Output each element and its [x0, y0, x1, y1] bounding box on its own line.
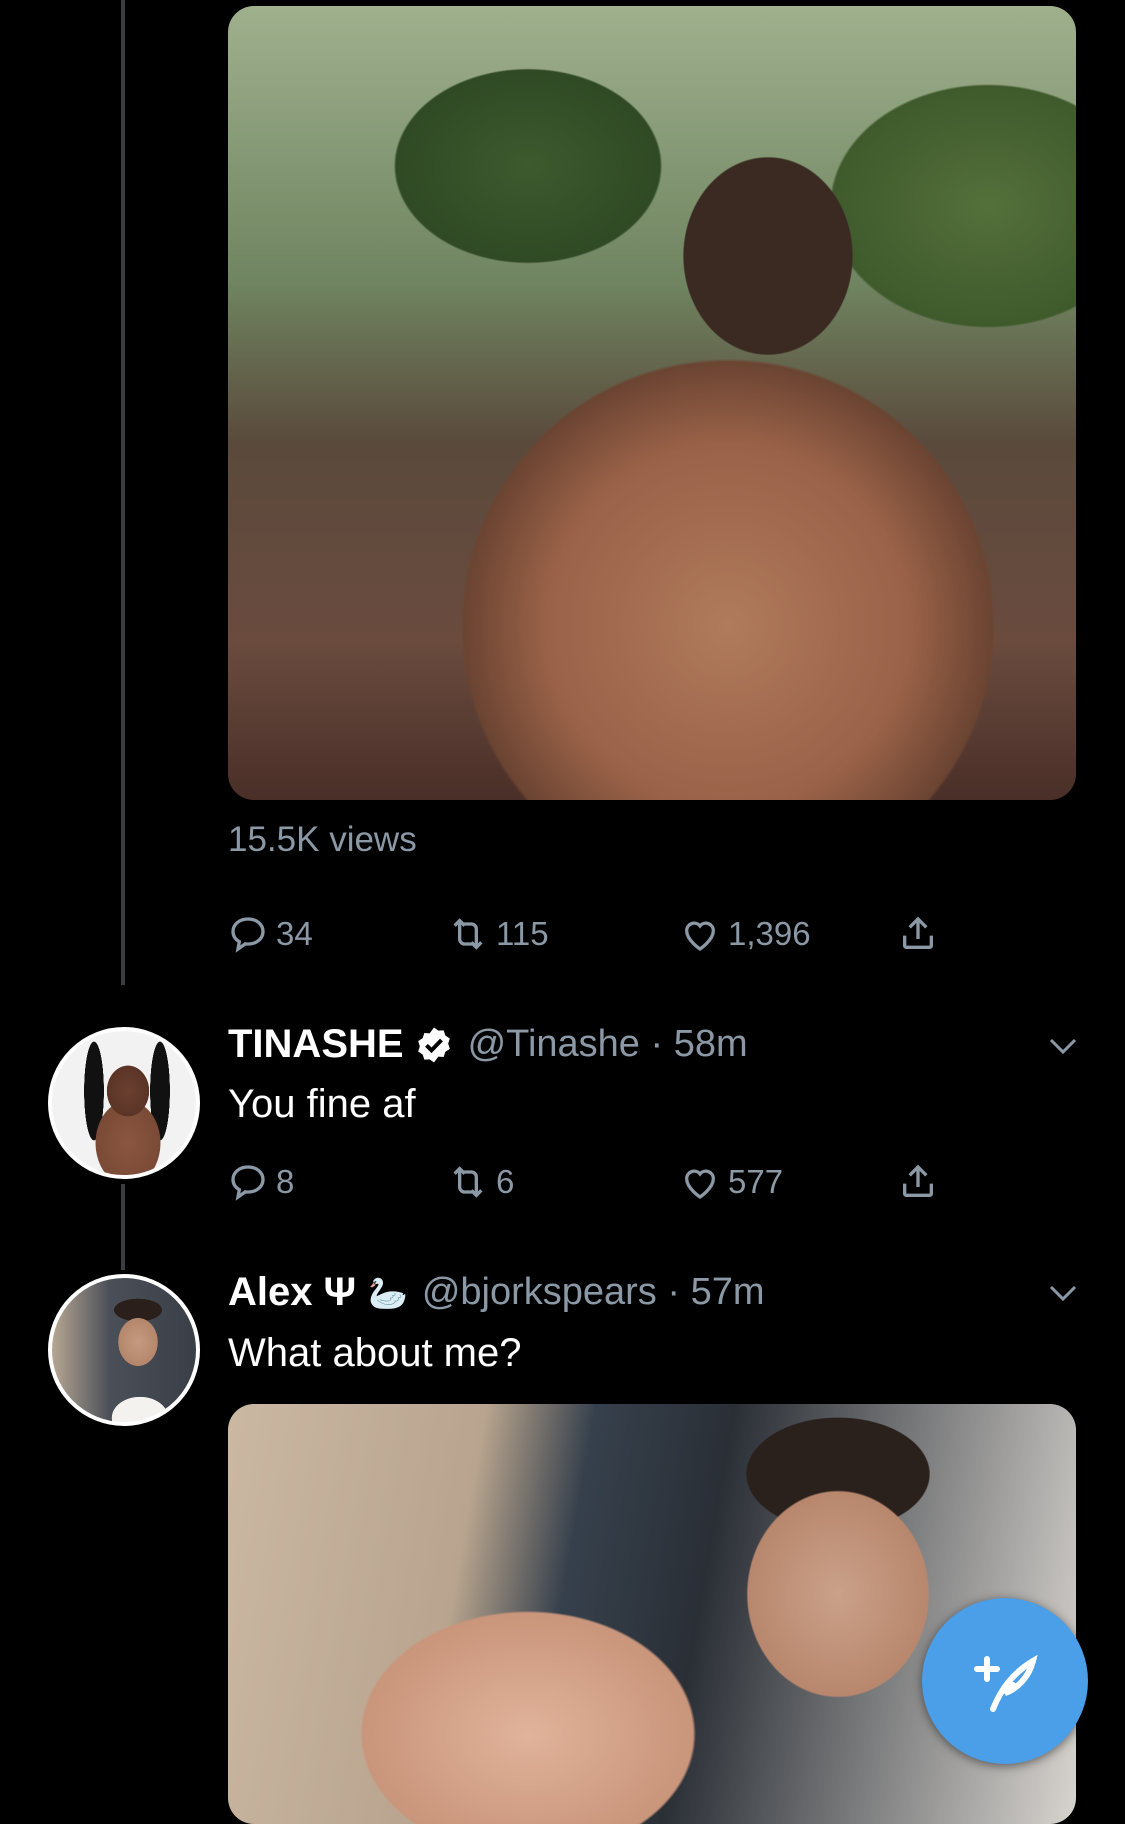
chevron-down-icon[interactable] [1045, 1028, 1081, 1064]
display-name[interactable]: Alex Ψ [228, 1270, 356, 1315]
swan-emoji: 🦢 [367, 1274, 408, 1311]
chevron-down-icon[interactable] [1045, 1275, 1081, 1311]
tweet-text: What about me? [228, 1331, 522, 1375]
reply-button[interactable]: 34 [228, 914, 313, 954]
retweet-button[interactable]: 115 [448, 914, 549, 954]
tweet-text: You fine af [228, 1082, 416, 1126]
tweet-header: Alex Ψ 🦢 @bjorkspears · 57m [228, 1270, 765, 1315]
avatar[interactable] [48, 1027, 200, 1179]
share-button[interactable] [898, 914, 938, 954]
handle-timestamp[interactable]: @bjorkspears · 57m [422, 1271, 765, 1314]
retweet-icon [453, 1166, 483, 1198]
photo-attachment[interactable] [228, 1404, 1076, 1824]
like-button[interactable]: 577 [680, 1162, 783, 1202]
compose-tweet-button[interactable] [922, 1598, 1088, 1764]
reply-icon [231, 917, 265, 953]
verified-icon [417, 1027, 450, 1062]
display-name[interactable]: TINASHE [228, 1022, 404, 1067]
reply-icon [231, 1165, 265, 1201]
retweet-icon [453, 918, 483, 950]
retweet-count: 6 [496, 1163, 515, 1200]
avatar[interactable] [48, 1274, 200, 1426]
reply-count: 34 [276, 915, 313, 952]
thread-line [121, 1184, 125, 1270]
share-icon [903, 1164, 933, 1197]
share-icon [903, 916, 933, 949]
like-button[interactable]: 1,396 [680, 914, 811, 954]
like-icon [684, 1169, 716, 1199]
reply-button[interactable]: 8 [228, 1162, 294, 1202]
compose-tweet-icon [974, 1654, 1038, 1712]
like-count: 577 [728, 1163, 784, 1200]
view-count: 15.5K views [228, 820, 417, 859]
retweet-count: 115 [496, 915, 549, 952]
retweet-button[interactable]: 6 [448, 1162, 514, 1202]
like-icon [684, 921, 716, 951]
handle-timestamp[interactable]: @Tinashe · 58m [468, 1023, 748, 1066]
video-thumbnail[interactable] [228, 6, 1076, 800]
like-count: 1,396 [728, 915, 811, 952]
reply-count: 8 [276, 1163, 295, 1200]
share-button[interactable] [898, 1162, 938, 1202]
tweet-header: TINASHE @Tinashe · 58m [228, 1022, 748, 1067]
thread-line [121, 0, 125, 985]
